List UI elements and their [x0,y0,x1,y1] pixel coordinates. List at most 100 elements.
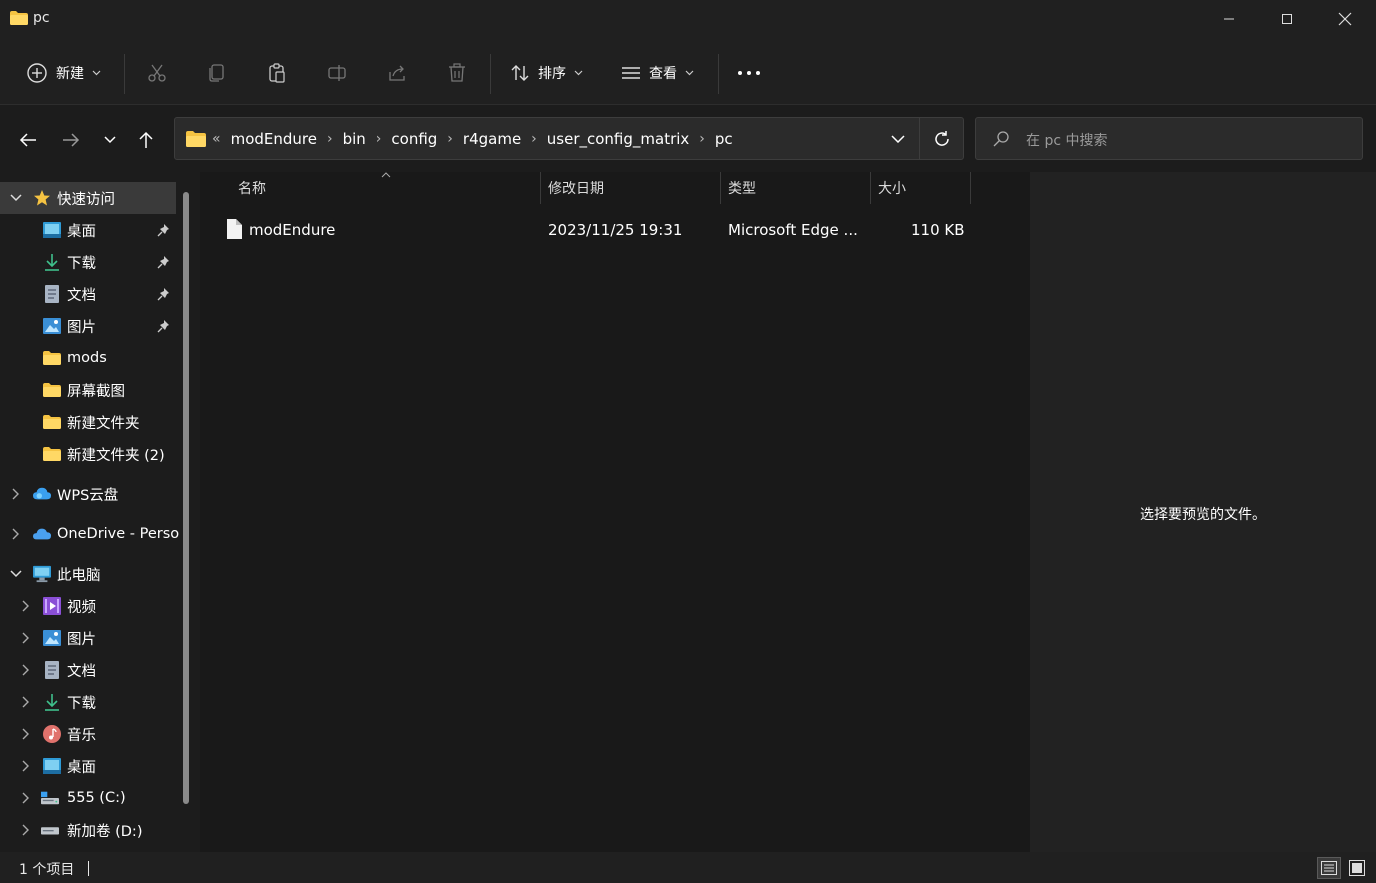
sidebar-item-wps-cloud[interactable]: WPS云盘 [0,478,176,510]
pin-icon[interactable] [157,319,171,333]
sidebar-item-onedrive[interactable]: OneDrive - Perso [0,518,179,550]
sidebar-item-videos[interactable]: 视频 [0,590,176,622]
column-divider[interactable] [720,172,721,204]
table-row[interactable]: modEndure 2023/11/25 19:31 Microsoft Edg… [214,215,974,245]
item-count: 1 个项目 [19,862,75,878]
breadcrumb-item[interactable]: modEndure [231,130,317,148]
chevron-right-icon[interactable]: › [531,131,537,147]
large-icons-view-button[interactable] [1345,857,1369,879]
delete-button[interactable] [444,60,470,86]
sidebar-scrollbar[interactable] [183,192,189,804]
chevron-right-icon[interactable]: › [699,131,705,147]
breadcrumb-overflow[interactable]: « [212,131,221,147]
chevron-down-icon[interactable] [10,192,22,204]
rename-button[interactable] [324,60,350,86]
sidebar-item-new-folder-2[interactable]: 新建文件夹 (2) [0,438,176,470]
chevron-right-icon[interactable]: › [327,131,333,147]
sidebar-item-documents[interactable]: 文档 [0,654,176,686]
chevron-right-icon[interactable] [20,696,32,708]
column-divider[interactable] [540,172,541,204]
chevron-right-icon[interactable] [20,792,32,804]
folder-icon [10,11,28,25]
chevron-right-icon[interactable]: › [447,131,453,147]
column-header-modified[interactable]: 修改日期 [548,172,604,204]
column-header-label: 名称 [238,181,266,197]
chevron-right-icon[interactable] [20,824,32,836]
column-header-name[interactable]: 名称 [238,172,266,204]
address-history-button[interactable] [877,118,919,159]
breadcrumb-item[interactable]: user_config_matrix [547,130,690,148]
sidebar-item-desktop[interactable]: 桌面 [0,214,176,246]
address-bar[interactable]: « modEndure › bin › config › r4game › us… [174,117,964,160]
chevron-down-icon[interactable] [10,568,22,580]
sidebar-item-label: 文档 [67,663,96,680]
cut-button[interactable] [144,60,170,86]
minimize-button[interactable] [1200,0,1258,38]
chevron-right-icon[interactable] [20,728,32,740]
file-size: 110 KB [911,221,965,239]
chevron-right-icon[interactable] [20,664,32,676]
toolbar-divider [718,54,719,94]
toolbar-divider [124,54,125,94]
breadcrumb-item[interactable]: r4game [463,130,521,148]
new-button[interactable]: 新建 [26,58,101,88]
sidebar-item-mods[interactable]: mods [0,342,176,374]
refresh-button[interactable] [919,118,963,159]
recent-locations-button[interactable] [95,125,125,155]
pin-icon[interactable] [157,223,171,237]
chevron-down-icon [574,70,583,76]
folder-icon [43,381,61,399]
plus-circle-icon [27,63,47,83]
maximize-icon [1282,14,1292,24]
chevron-right-icon[interactable] [10,488,22,500]
new-label: 新建 [56,66,84,82]
sidebar-item-downloads[interactable]: 下载 [0,686,176,718]
folder-icon [43,445,61,463]
sidebar-item-screenshots[interactable]: 屏幕截图 [0,374,176,406]
chevron-right-icon[interactable] [20,760,32,772]
search-box[interactable]: 在 pc 中搜索 [975,117,1363,160]
back-button[interactable] [13,125,43,155]
chevron-right-icon[interactable] [20,600,32,612]
paste-icon [269,63,285,83]
sidebar-item-music[interactable]: 音乐 [0,718,176,750]
pin-icon[interactable] [157,287,171,301]
details-view-button[interactable] [1317,857,1341,879]
more-options-button[interactable] [736,60,762,86]
column-header-type[interactable]: 类型 [728,172,756,204]
sidebar-item-downloads[interactable]: 下载 [0,246,176,278]
view-button[interactable]: 查看 [621,58,694,88]
sidebar-item-label: WPS云盘 [57,487,119,504]
sidebar-item-documents[interactable]: 文档 [0,278,176,310]
download-icon [43,693,61,711]
sidebar-item-this-pc[interactable]: 此电脑 [0,558,176,590]
chevron-right-icon[interactable] [10,528,22,540]
column-header-size[interactable]: 大小 [878,172,906,204]
share-button[interactable] [384,60,410,86]
pin-icon[interactable] [157,255,171,269]
sidebar-item-drive-d[interactable]: 新加卷 (D:) [0,814,176,846]
sidebar-item-pictures[interactable]: 图片 [0,622,176,654]
up-button[interactable] [131,125,161,155]
sidebar-item-new-folder[interactable]: 新建文件夹 [0,406,176,438]
breadcrumb-item[interactable]: pc [715,130,733,148]
maximize-button[interactable] [1258,0,1316,38]
paste-button[interactable] [264,60,290,86]
column-divider[interactable] [870,172,871,204]
column-divider[interactable] [970,172,971,204]
rename-icon [328,65,346,81]
chevron-right-icon[interactable]: › [376,131,382,147]
breadcrumb-item[interactable]: config [391,130,437,148]
chevron-right-icon[interactable] [20,632,32,644]
copy-button[interactable] [204,60,230,86]
forward-button[interactable] [56,125,86,155]
sort-button[interactable]: 排序 [510,58,583,88]
sidebar-item-label: 下载 [67,695,96,712]
sidebar-item-pictures[interactable]: 图片 [0,310,176,342]
sidebar-item-label: mods [67,350,107,366]
sidebar-item-quick-access[interactable]: 快速访问 [0,182,176,214]
close-button[interactable] [1316,0,1374,38]
sidebar-item-drive-c[interactable]: 555 (C:) [0,782,176,814]
sidebar-item-desktop[interactable]: 桌面 [0,750,176,782]
breadcrumb-item[interactable]: bin [343,130,366,148]
